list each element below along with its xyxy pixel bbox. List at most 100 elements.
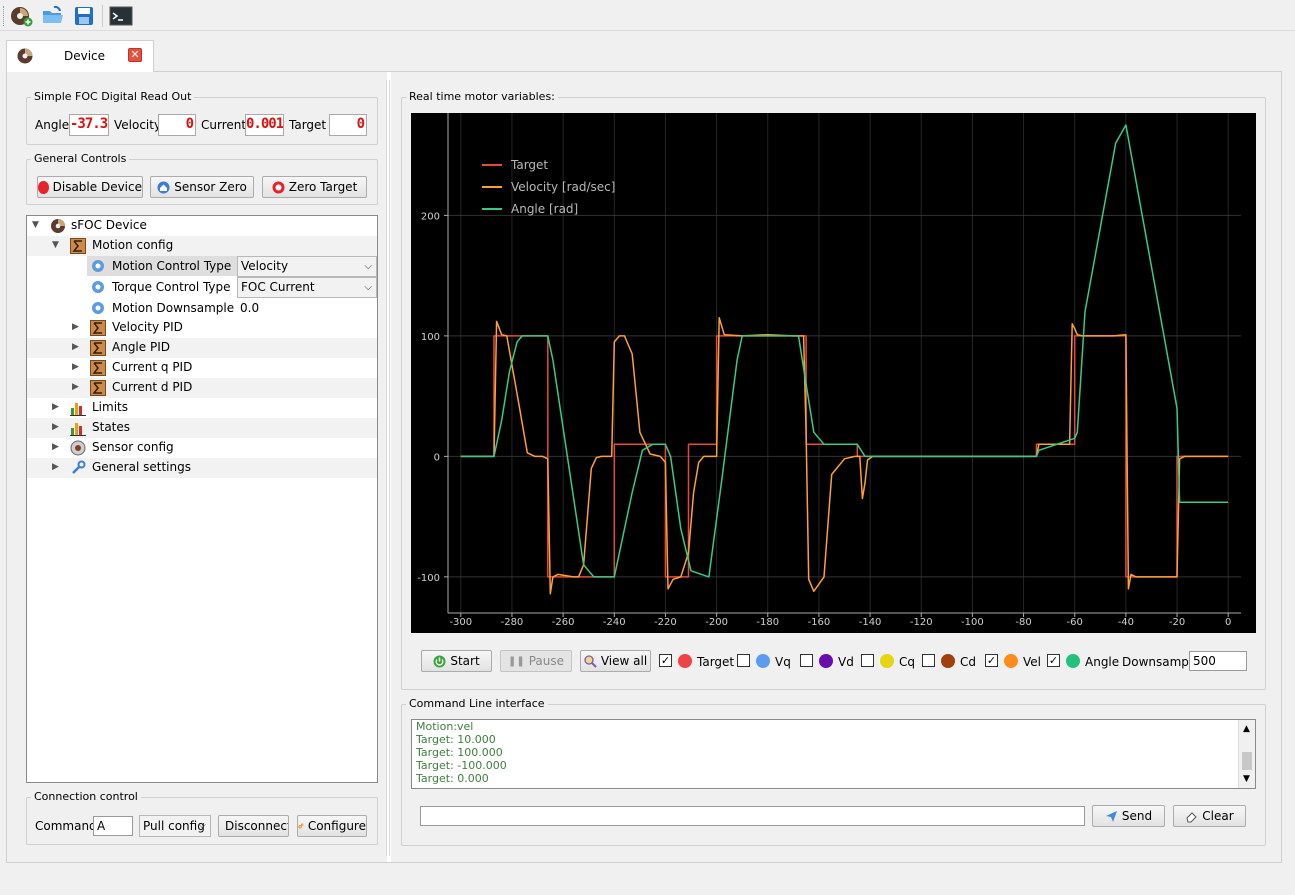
terminal-icon[interactable] [109,4,133,28]
plot-canvas[interactable]: -300 -280 -260 -240 -220 -200 -180 -160 -140 -120… [411,113,1256,633]
motion-control-type-value: Velocity [241,259,289,273]
splitter-handle[interactable] [386,80,390,856]
view-all-button[interactable]: View all [580,650,651,672]
chevron-down-icon[interactable]: ▼ [32,220,39,230]
chevron-right-icon[interactable]: ▶ [72,322,79,332]
angle-label: Angle [35,118,70,132]
states-label: States [92,420,131,434]
tree-item-velocity-pid[interactable]: ▶ Velocity PID [27,318,377,338]
power-icon [433,655,446,667]
cli-line: Target: 10.000 [416,733,496,746]
sigma-icon [70,238,86,254]
legend-label-0: Target [510,158,548,172]
sigma-icon [90,320,106,336]
checkbox-vq[interactable] [737,654,750,667]
device-icon [16,46,36,64]
clear-button[interactable]: Clear [1173,805,1246,827]
motion-control-type-label: Motion Control Type [112,259,232,273]
command-input[interactable]: A [93,816,133,836]
cli-command-input[interactable] [420,806,1085,826]
downsample-label: Downsample [1122,655,1200,669]
cli-output[interactable]: Motion:vel Target: 10.000 Target: 100.00… [411,719,1256,789]
pull-config-select[interactable]: Pull config ⌵ [139,815,211,837]
tree-item-current-d-pid[interactable]: ▶ Current d PID [27,378,377,398]
x-tick-label: -220 [654,617,677,628]
configure-button[interactable]: Configure [297,815,367,837]
disconnect-button[interactable]: Disconnect [218,815,289,837]
legend-label-2: Angle [rad] [511,202,578,216]
chevron-right-icon[interactable]: ▶ [72,362,79,372]
tree-item-root[interactable]: ▼ sFOC Device [27,216,377,236]
checkbox-vel[interactable]: ✓ [985,654,998,667]
channel-label-cq: Cq [899,655,915,669]
zero-target-label: Zero Target [288,180,358,194]
motor-plot[interactable]: -300 -280 -260 -240 -220 -200 -180 -160 -140 -120… [411,113,1256,633]
checkbox-cd[interactable] [922,654,935,667]
connection-group-title: Connection control [31,790,141,803]
target-display: 0 [329,114,367,136]
cli-line: Target: 0.000 [416,772,489,785]
gears-icon [298,823,304,829]
wrench-icon [72,460,86,474]
scroll-thumb[interactable] [1242,752,1252,770]
scroll-up-icon[interactable]: ▲ [1243,724,1250,734]
chevron-right-icon[interactable]: ▶ [72,342,79,352]
checkbox-cq[interactable] [861,654,874,667]
scroll-down-icon[interactable]: ▼ [1243,774,1250,784]
chevron-right-icon[interactable]: ▶ [72,382,79,392]
checkbox-angle[interactable]: ✓ [1047,654,1060,667]
sensor-zero-label: Sensor Zero [174,180,247,194]
sigma-icon [90,380,106,396]
series-line-1 [460,317,1229,595]
command-label: Command: [35,819,101,833]
chevron-right-icon[interactable]: ▶ [52,402,59,412]
target-color-icon [678,654,692,668]
checkbox-target[interactable]: ✓ [659,654,672,667]
tab-close-button[interactable]: ✕ [128,48,142,62]
open-folder-icon[interactable] [41,4,65,28]
torque-control-type-select[interactable]: FOC Current ⌵ [237,277,377,298]
vq-color-icon [756,654,770,668]
motion-control-type-select[interactable]: Velocity ⌵ [237,256,377,277]
chevron-down-icon[interactable]: ▼ [52,240,59,250]
gear-icon [92,260,104,272]
downsample-input[interactable]: 500 [1189,651,1247,671]
cli-scrollbar[interactable]: ▲ ▼ [1238,720,1255,788]
checkbox-vd[interactable] [800,654,813,667]
motor-icon [51,219,65,233]
current-label: Current [201,118,247,132]
start-button[interactable]: Start [421,650,492,672]
home-icon [157,181,170,193]
send-label: Send [1121,809,1153,823]
tree-item-motion-config[interactable]: ▼ Motion config [27,236,377,256]
tree-item-angle-pid[interactable]: ▶ Angle PID [27,338,377,358]
view-all-label: View all [600,654,648,668]
chevron-right-icon[interactable]: ▶ [52,442,59,452]
cq-color-icon [880,654,894,668]
motion-downsample-value[interactable]: 0.0 [240,301,259,315]
chevron-right-icon[interactable]: ▶ [52,422,59,432]
tree-item-sensor-config[interactable]: ▶ Sensor config [27,438,377,458]
sensor-zero-button[interactable]: Sensor Zero [150,176,254,198]
tree-item-limits[interactable]: ▶ Limits [27,398,377,418]
pause-label: Pause [528,654,565,668]
chevron-right-icon[interactable]: ▶ [52,462,59,472]
channel-label-vd: Vd [838,655,854,669]
save-icon[interactable] [72,4,96,28]
limits-label: Limits [92,400,128,414]
pause-icon: ❚❚ [507,655,525,667]
sensor-config-label: Sensor config [92,440,174,454]
x-tick-label: -160 [808,617,831,628]
disable-device-button[interactable]: Disable Device [37,176,143,198]
new-device-icon[interactable] [9,4,33,28]
tree-item-states[interactable]: ▶ States [27,418,377,438]
sigma-icon [90,360,106,376]
channel-label-vq: Vq [775,655,791,669]
zero-target-button[interactable]: Zero Target [262,176,367,198]
tree-item-current-q-pid[interactable]: ▶ Current q PID [27,358,377,378]
tree-item-general-settings[interactable]: ▶ General settings [27,458,377,478]
x-tick-label: -80 [1015,617,1031,628]
channel-label-target: Target [697,655,735,669]
pause-button[interactable]: ❚❚ Pause [500,650,572,672]
send-button[interactable]: Send [1092,805,1165,827]
